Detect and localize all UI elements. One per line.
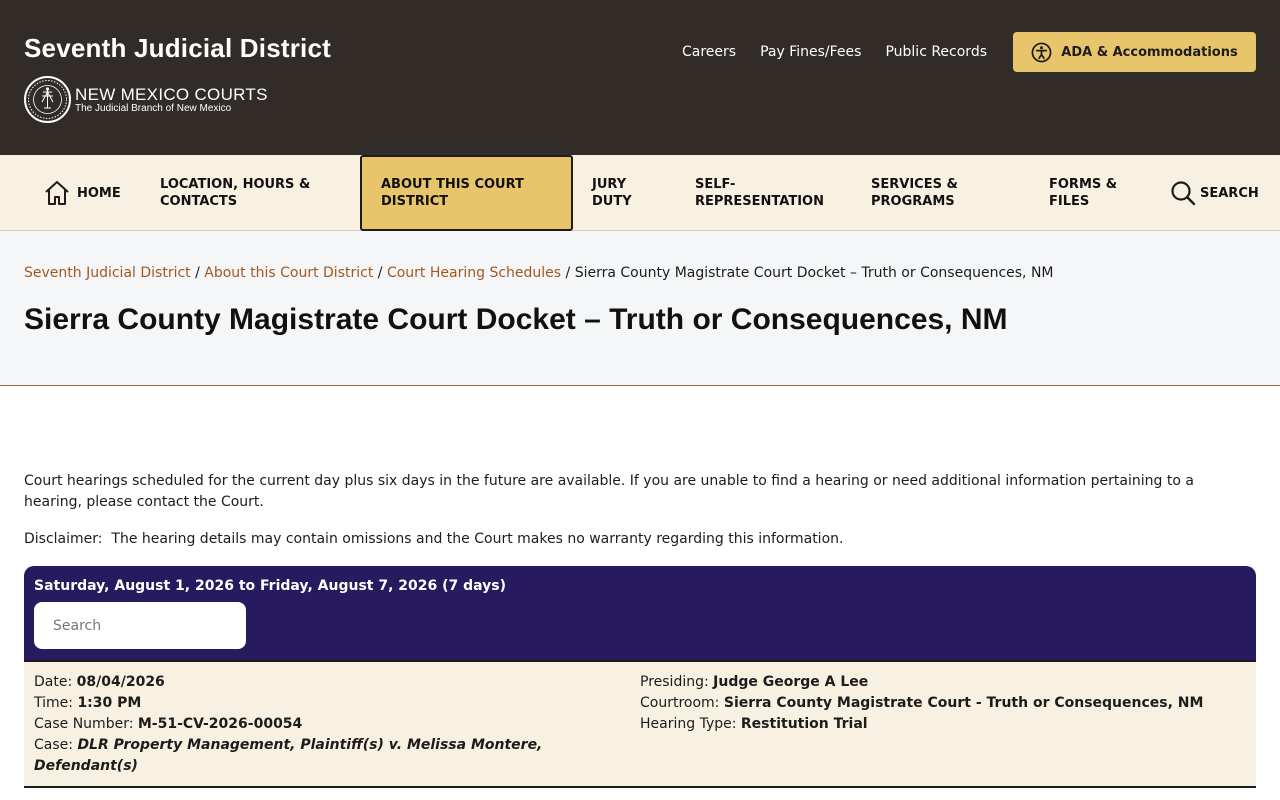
hearing-time: Time: 1:30 PM <box>34 693 574 714</box>
breadcrumb-separator: / <box>561 265 575 281</box>
pay-fines-link[interactable]: Pay Fines/Fees <box>760 44 861 60</box>
nav-jury-label: JURY DUTY <box>592 177 632 209</box>
court-seal-icon <box>24 76 71 123</box>
nav-home[interactable]: HOME <box>43 155 121 231</box>
time-value: 1:30 PM <box>77 695 142 711</box>
case-number-value: M-51-CV-2026-00054 <box>137 716 303 732</box>
nav-about-label: ABOUT THIS COURT DISTRICT <box>381 177 524 209</box>
nav-forms-files[interactable]: FORMS & FILES <box>1049 155 1139 231</box>
nm-courts-logo[interactable]: NEW MEXICO COURTS The Judicial Branch of… <box>24 76 268 123</box>
nav-self-rep-label: SELF-REPRESENTATION <box>695 177 824 209</box>
hearing-row: Date: 08/04/2026 Time: 1:30 PM Case Numb… <box>24 660 1256 788</box>
courtroom-value: Sierra County Magistrate Court - Truth o… <box>723 695 1204 711</box>
hearing-type-value: Restitution Trial <box>740 716 868 732</box>
courtroom-label: Courtroom: <box>640 695 720 711</box>
docket-date-range: Saturday, August 1, 2026 to Friday, Augu… <box>34 578 507 594</box>
hearing-case-number: Case Number: M-51-CV-2026-00054 <box>34 714 574 735</box>
public-records-link[interactable]: Public Records <box>885 44 987 60</box>
site-title[interactable]: Seventh Judicial District <box>24 33 331 64</box>
hearing-presiding: Presiding: Judge George A Lee <box>640 672 1250 693</box>
nav-search-label: SEARCH <box>1200 185 1259 201</box>
presiding-label: Presiding: <box>640 674 709 690</box>
breadcrumb-current: Sierra County Magistrate Court Docket – … <box>574 265 1054 281</box>
intro-text: Court hearings scheduled for the current… <box>24 473 1194 510</box>
ada-accommodations-button[interactable]: ADA & Accommodations <box>1013 32 1256 72</box>
case-label: Case: <box>34 737 73 753</box>
nav-jury-duty[interactable]: JURY DUTY <box>592 155 662 231</box>
breadcrumb: Seventh Judicial District / About this C… <box>24 265 1054 281</box>
utility-links: Careers Pay Fines/Fees Public Records <box>682 44 1011 60</box>
docket-header: Saturday, August 1, 2026 to Friday, Augu… <box>24 566 1256 660</box>
time-label: Time: <box>34 695 73 711</box>
presiding-value: Judge George A Lee <box>713 674 869 690</box>
date-label: Date: <box>34 674 73 690</box>
hearing-case: Case: DLR Property Management, Plaintiff… <box>34 735 574 777</box>
hearing-type: Hearing Type: Restitution Trial <box>640 714 1250 735</box>
nav-home-label: HOME <box>77 185 121 201</box>
breadcrumb-separator: / <box>373 265 387 281</box>
date-value: 08/04/2026 <box>76 674 165 690</box>
docket-search-input[interactable] <box>34 602 246 649</box>
brand-subtitle: The Judicial Branch of New Mexico <box>75 102 232 114</box>
nav-forms-label: FORMS & FILES <box>1049 177 1118 209</box>
hearing-type-label: Hearing Type: <box>640 716 737 732</box>
hearing-courtroom: Courtroom: Sierra County Magistrate Cour… <box>640 693 1250 714</box>
careers-link[interactable]: Careers <box>682 44 736 60</box>
breadcrumb-link-schedules[interactable]: Court Hearing Schedules <box>387 265 561 281</box>
breadcrumb-separator: / <box>190 265 205 281</box>
hearing-details-right: Presiding: Judge George A Lee Courtroom:… <box>640 672 1250 735</box>
breadcrumb-link-district[interactable]: Seventh Judicial District <box>24 265 191 281</box>
breadcrumb-link-about[interactable]: About this Court District <box>204 265 373 281</box>
home-icon <box>45 181 69 205</box>
search-icon <box>1171 181 1196 206</box>
nav-location-label: LOCATION, HOURS & CONTACTS <box>160 177 311 209</box>
accessibility-icon <box>1031 42 1052 62</box>
case-value: DLR Property Management, Plaintiff(s) v.… <box>34 737 543 774</box>
nav-services-programs[interactable]: SERVICES & PROGRAMS <box>871 155 991 231</box>
hearing-details-left: Date: 08/04/2026 Time: 1:30 PM Case Numb… <box>34 672 574 777</box>
brand-name: NEW MEXICO COURTS <box>75 84 268 104</box>
main-navigation: HOME LOCATION, HOURS & CONTACTS ABOUT TH… <box>0 155 1280 231</box>
disclaimer-text: Disclaimer: The hearing details may cont… <box>24 531 844 547</box>
page-title: Sierra County Magistrate Court Docket – … <box>24 303 1008 336</box>
site-header: Seventh Judicial District NEW MEXICO COU… <box>0 0 1280 155</box>
hearing-date: Date: 08/04/2026 <box>34 672 574 693</box>
page-hero: Seventh Judicial District / About this C… <box>0 231 1280 386</box>
nav-search[interactable]: SEARCH <box>1170 155 1259 231</box>
nav-about-court-district[interactable]: ABOUT THIS COURT DISTRICT <box>360 155 573 231</box>
ada-label: ADA & Accommodations <box>1061 44 1238 60</box>
nav-services-label: SERVICES & PROGRAMS <box>871 177 958 209</box>
nav-location-hours-contacts[interactable]: LOCATION, HOURS & CONTACTS <box>160 155 330 231</box>
case-number-label: Case Number: <box>34 716 134 732</box>
nav-self-representation[interactable]: SELF-REPRESENTATION <box>695 155 845 231</box>
